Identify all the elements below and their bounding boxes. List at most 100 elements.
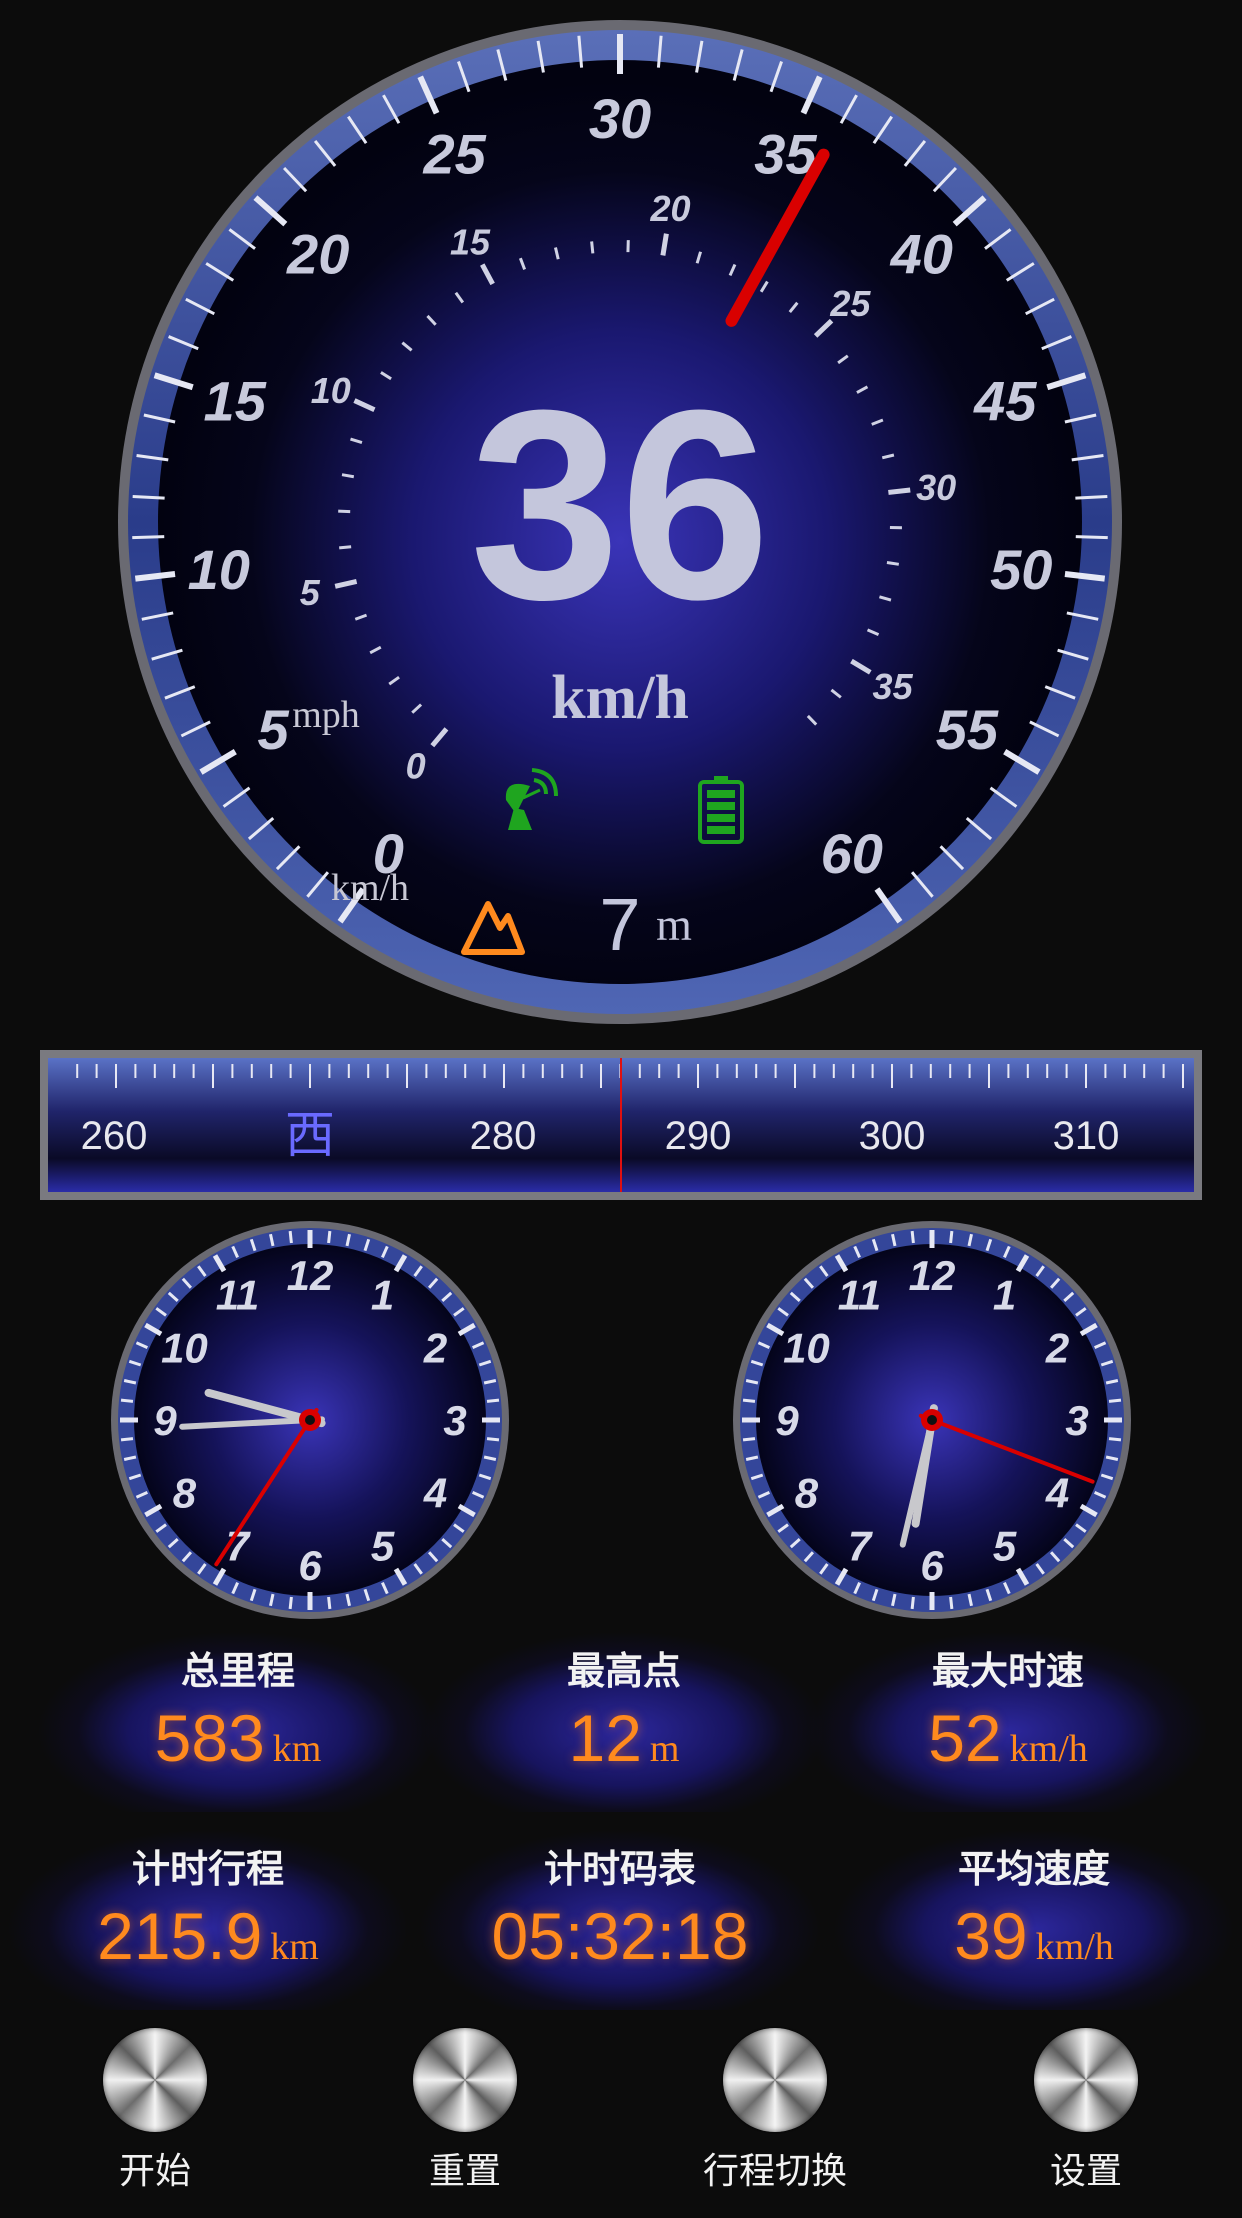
altitude-value: 7 [599, 883, 640, 966]
stat-unit: km/h [1036, 1926, 1114, 1968]
kmh-tick-label: 15 [204, 370, 267, 433]
mph-tick [663, 234, 666, 256]
clock-tick [329, 1597, 330, 1609]
mph-tick-label: 25 [829, 283, 871, 324]
stat-average-speed: 平均速度 39km/h [834, 1830, 1234, 2010]
mph-tick-label: 20 [649, 188, 690, 229]
clock-tick [329, 1231, 330, 1243]
clock-tick [912, 1597, 913, 1609]
mph-tick [592, 241, 593, 253]
clock-numeral: 8 [173, 1470, 197, 1517]
mph-tick [887, 562, 899, 564]
stat-unit: km [273, 1728, 322, 1770]
compass-label-west: 西 [285, 1107, 335, 1163]
clock-tick [743, 1439, 755, 1440]
compass-label-300: 300 [859, 1114, 926, 1158]
clock-tick [951, 1231, 952, 1243]
mph-tick-label: 5 [300, 572, 321, 613]
reset-button[interactable]: 重置 [365, 2028, 565, 2218]
stat-total-distance: 总里程 583km [38, 1632, 438, 1812]
stat-max-speed: 最大时速 52km/h [808, 1632, 1208, 1812]
kmh-tick-label: 25 [422, 122, 486, 185]
clock-tick [912, 1231, 913, 1243]
clock-numeral: 4 [423, 1470, 447, 1517]
clock-tick [121, 1439, 133, 1440]
clock-numeral: 4 [1045, 1470, 1069, 1517]
kmh-tick [133, 496, 165, 498]
kmh-tick [1076, 537, 1108, 538]
start-button-label: 开始 [55, 2142, 255, 2194]
knob-icon[interactable] [413, 2028, 517, 2132]
stat-value: 05:32:18 [492, 1899, 749, 1973]
kmh-tick-label: 30 [589, 87, 651, 150]
clock-numeral: 5 [993, 1523, 1017, 1570]
clock-numeral: 6 [298, 1542, 322, 1589]
knob-icon[interactable] [103, 2028, 207, 2132]
kmh-tick-label: 60 [821, 822, 883, 885]
mph-tick-label: 30 [916, 467, 956, 508]
mph-tick-label: 15 [450, 222, 491, 263]
stat-max-altitude: 最高点 12m [424, 1632, 824, 1812]
clock-numeral: 1 [371, 1271, 394, 1318]
speed-unit-label: km/h [551, 664, 689, 732]
stat-label: 计时码表 [420, 1838, 820, 1893]
mph-tick [342, 475, 354, 477]
mph-tick [339, 547, 351, 548]
clock-right: 121234567891011 [730, 1218, 1134, 1622]
stat-trip-timer: 计时码表 05:32:18 [420, 1830, 820, 2010]
clock-numeral: 11 [838, 1271, 882, 1318]
clock-numeral: 12 [287, 1252, 334, 1299]
mph-scale-label: mph [292, 694, 360, 736]
mph-tick-label: 0 [406, 746, 426, 787]
stat-value: 39 [954, 1899, 1027, 1973]
mph-tick [888, 490, 910, 492]
knob-icon[interactable] [723, 2028, 827, 2132]
clock-tick [951, 1597, 952, 1609]
compass-label-260: 260 [81, 1114, 148, 1158]
clock-numeral: 5 [371, 1523, 395, 1570]
clock-tick [290, 1231, 291, 1243]
clock-numeral: 2 [1045, 1325, 1069, 1372]
clock-numeral: 11 [216, 1271, 260, 1318]
clock-numeral: 2 [423, 1325, 447, 1372]
kmh-tick-label: 45 [973, 370, 1037, 433]
clock-numeral: 12 [909, 1252, 956, 1299]
clock-numeral: 1 [993, 1271, 1016, 1318]
mph-tick-label: 35 [873, 666, 914, 707]
kmh-tick [132, 537, 164, 538]
stat-value: 583 [155, 1701, 265, 1775]
stat-unit: km/h [1010, 1728, 1088, 1770]
compass-heading-strip: 260 西 280 290 300 310 [40, 1050, 1202, 1200]
trip-switch-button[interactable]: 行程切换 [675, 2028, 875, 2218]
clock-tick [743, 1400, 755, 1401]
settings-button[interactable]: 设置 [986, 2028, 1186, 2218]
settings-button-label: 设置 [986, 2142, 1186, 2194]
kmh-tick-label: 50 [990, 538, 1052, 601]
clock-center-pin [927, 1415, 937, 1425]
kmh-tick-label: 40 [890, 222, 953, 285]
stat-unit: km [270, 1926, 319, 1968]
clock-numeral: 7 [848, 1523, 873, 1570]
kmh-scale-label: km/h [331, 867, 409, 909]
clock-numeral: 10 [161, 1325, 208, 1372]
stat-value: 12 [569, 1701, 642, 1775]
stat-label: 最高点 [424, 1640, 824, 1695]
stat-label: 平均速度 [834, 1838, 1234, 1893]
compass-label-290: 290 [665, 1114, 732, 1158]
stat-unit: m [650, 1728, 680, 1770]
mph-tick-label: 10 [311, 370, 351, 411]
clock-numeral: 3 [443, 1397, 466, 1444]
kmh-tick [1075, 496, 1107, 498]
clock-numeral: 9 [775, 1397, 799, 1444]
reset-button-label: 重置 [365, 2142, 565, 2194]
clock-tick [121, 1400, 133, 1401]
clock-numeral: 6 [920, 1542, 944, 1589]
knob-icon[interactable] [1034, 2028, 1138, 2132]
stat-trip-distance: 计时行程 215.9km [8, 1830, 408, 2010]
clock-tick [487, 1439, 499, 1440]
stat-label: 计时行程 [8, 1838, 408, 1893]
clock-tick [1109, 1400, 1121, 1401]
compass-label-310: 310 [1053, 1114, 1120, 1158]
start-button[interactable]: 开始 [55, 2028, 255, 2218]
clock-numeral: 10 [783, 1325, 830, 1372]
